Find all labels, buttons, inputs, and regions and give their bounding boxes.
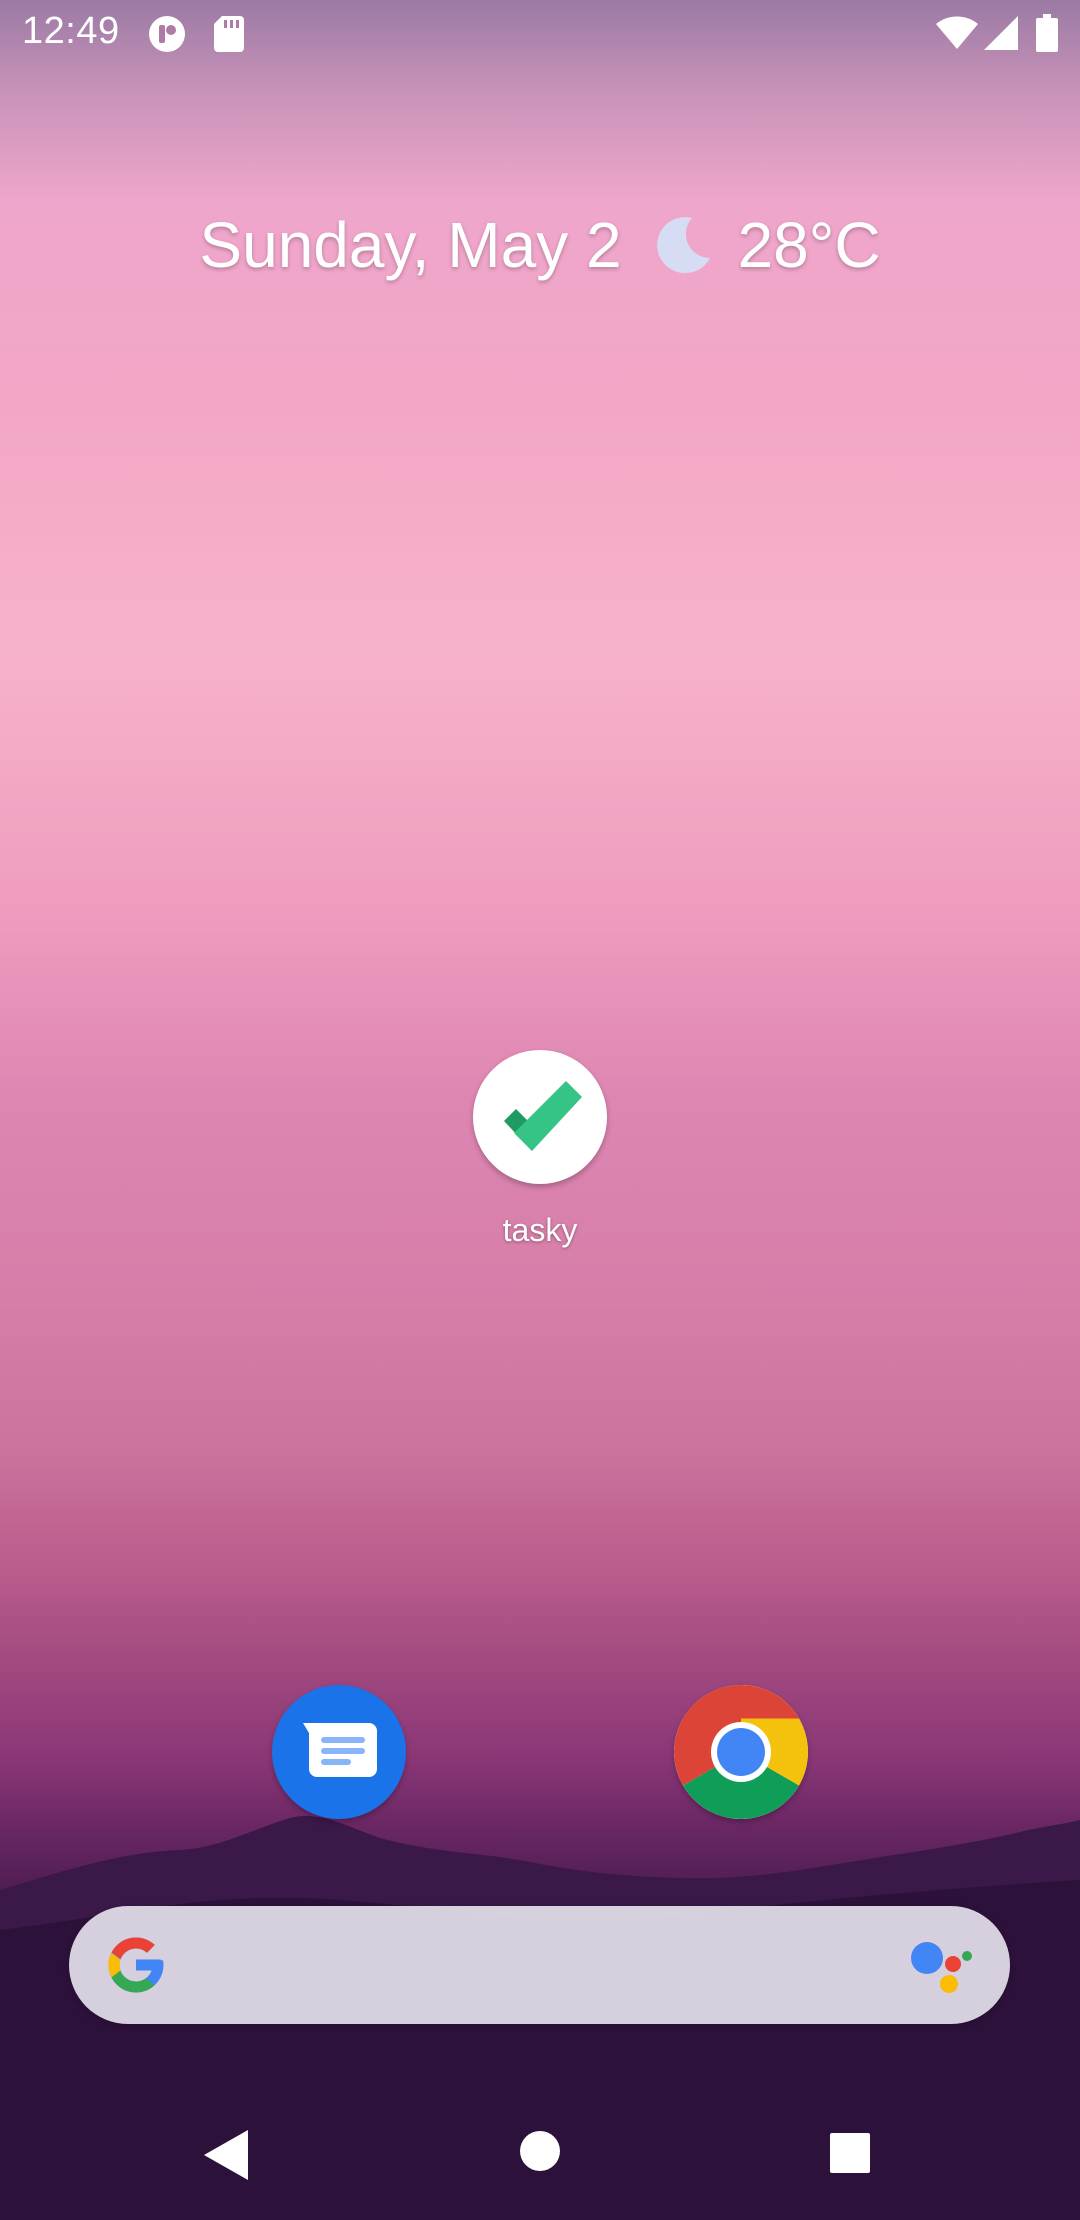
recents-icon[interactable] xyxy=(829,2132,871,2174)
dock-app-chrome[interactable] xyxy=(674,1685,808,1819)
battery-icon xyxy=(1036,14,1058,52)
glance-temperature[interactable]: 28°C xyxy=(738,208,881,282)
notification-app-icon xyxy=(149,16,185,52)
dock-app-messages[interactable] xyxy=(272,1685,406,1819)
app-label: tasky xyxy=(502,1212,578,1248)
status-bar: 12:49 xyxy=(0,0,1080,66)
cellular-signal-icon xyxy=(984,16,1018,50)
google-assistant-icon[interactable] xyxy=(909,1936,973,1996)
checkmark-icon xyxy=(504,1081,582,1151)
google-g-icon[interactable] xyxy=(103,1932,169,1998)
navigation-bar xyxy=(0,2090,1080,2220)
message-bubble-icon xyxy=(303,1723,377,1777)
home-icon[interactable] xyxy=(519,2130,561,2172)
chrome-icon[interactable] xyxy=(674,1685,808,1819)
app-tasky[interactable]: tasky xyxy=(465,1050,615,1249)
wifi-icon xyxy=(936,16,978,49)
back-icon[interactable] xyxy=(204,2130,248,2180)
at-a-glance-widget[interactable]: Sunday, May 2 28°C xyxy=(0,200,1080,290)
status-time: 12:49 xyxy=(22,10,120,52)
home-screen: 12:49 Sunday, May 2 28°C tasky xyxy=(0,0,1080,2220)
messages-icon[interactable] xyxy=(272,1685,406,1819)
chrome-logo-icon xyxy=(674,1685,808,1819)
moon-icon xyxy=(656,217,710,274)
sd-card-icon xyxy=(214,16,244,52)
glance-date[interactable]: Sunday, May 2 xyxy=(199,208,621,282)
tasky-app-icon[interactable] xyxy=(473,1050,607,1184)
google-search-bar[interactable] xyxy=(69,1906,1010,2024)
